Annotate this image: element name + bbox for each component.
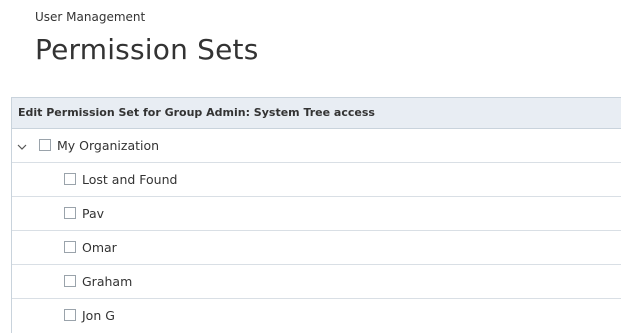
tree-label-omar[interactable]: Omar xyxy=(82,240,117,256)
tree-label-lost-and-found[interactable]: Lost and Found xyxy=(82,172,177,188)
tree-row-pav: Pav xyxy=(12,197,621,231)
page-title: Permission Sets xyxy=(35,33,259,66)
tree-row-omar: Omar xyxy=(12,231,621,265)
tree-label-pav[interactable]: Pav xyxy=(82,206,104,222)
checkbox-lost-and-found[interactable] xyxy=(64,173,76,185)
tree-label-graham[interactable]: Graham xyxy=(82,274,132,290)
panel-header: Edit Permission Set for Group Admin: Sys… xyxy=(12,98,621,129)
tree-row-my-organization: My Organization xyxy=(12,129,621,163)
tree-row-graham: Graham xyxy=(12,265,621,299)
breadcrumb[interactable]: User Management xyxy=(35,10,145,24)
system-tree-panel: Edit Permission Set for Group Admin: Sys… xyxy=(11,97,621,333)
tree-label-jon-g[interactable]: Jon G xyxy=(82,308,115,324)
checkbox-graham[interactable] xyxy=(64,275,76,287)
tree-label-my-organization[interactable]: My Organization xyxy=(57,138,159,154)
tree-row-jon-g: Jon G xyxy=(12,299,621,333)
checkbox-omar[interactable] xyxy=(64,241,76,253)
checkbox-jon-g[interactable] xyxy=(64,309,76,321)
checkbox-my-organization[interactable] xyxy=(39,139,51,151)
page: User Management Permission Sets Edit Per… xyxy=(0,0,621,333)
checkbox-pav[interactable] xyxy=(64,207,76,219)
chevron-down-icon[interactable] xyxy=(17,140,27,150)
tree-row-lost-and-found: Lost and Found xyxy=(12,163,621,197)
